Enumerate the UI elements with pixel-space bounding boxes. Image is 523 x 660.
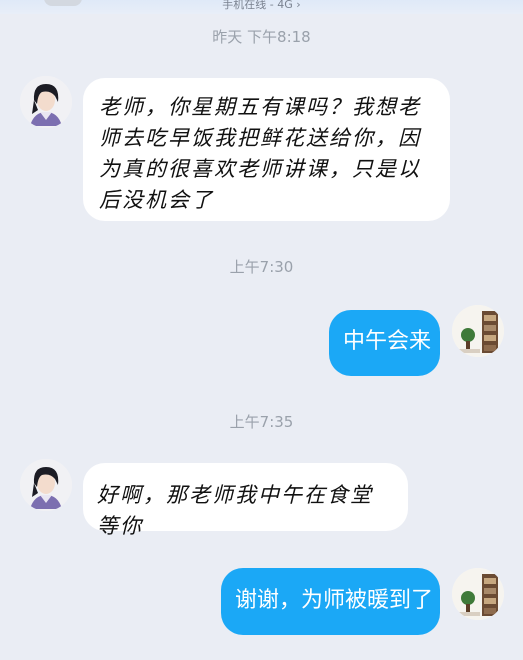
timestamp: 昨天 下午8:18: [212, 28, 311, 46]
message-bubble-incoming[interactable]: 好啊，那老师我中午在食堂等你: [83, 463, 408, 538]
message-bubble-incoming[interactable]: 老师，你星期五有课吗？我想老师去吃早饭我把鲜花送给你，因为真的很喜欢老师讲课，只…: [83, 78, 450, 221]
self-avatar-image: [452, 305, 504, 357]
contact-avatar[interactable]: [20, 76, 72, 128]
message-text: 好啊，那老师我中午在食堂等你: [97, 483, 373, 538]
message-text: 老师，你星期五有课吗？我想老师去吃早饭我把鲜花送给你，因为真的很喜欢老师讲课，只…: [99, 95, 421, 212]
message-text: 谢谢，为师被暖到了: [235, 588, 434, 613]
timestamp: 上午7:35: [229, 413, 294, 431]
contact-avatar-image: [20, 459, 72, 511]
online-status-text: 手机在线 - 4G ›: [222, 0, 301, 11]
message-bubble-outgoing[interactable]: 谢谢，为师被暖到了: [221, 568, 440, 635]
self-avatar[interactable]: [452, 568, 504, 620]
self-avatar[interactable]: [452, 305, 504, 357]
contact-avatar[interactable]: [20, 459, 72, 511]
self-avatar-image: [452, 568, 504, 620]
timestamp: 上午7:30: [229, 258, 294, 276]
message-text: 中午会来: [343, 329, 432, 354]
contact-avatar-image: [20, 76, 72, 128]
back-button[interactable]: [44, 0, 82, 6]
status-bar: 手机在线 - 4G ›: [0, 0, 523, 14]
message-bubble-outgoing[interactable]: 中午会来: [329, 310, 440, 376]
